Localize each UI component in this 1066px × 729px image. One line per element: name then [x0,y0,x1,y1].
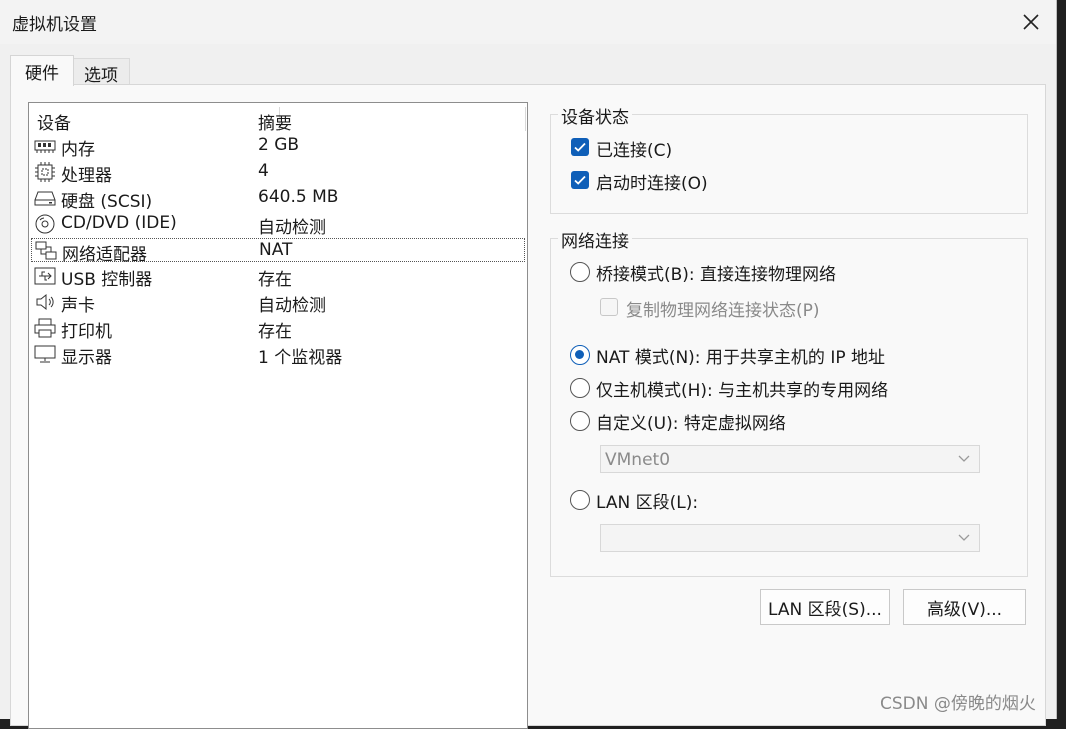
device-summary: 存在 [258,322,292,342]
nat-radio[interactable] [570,345,590,365]
monitor-icon [34,344,56,364]
custom-label[interactable]: 自定义(U): 特定虚拟网络 [596,409,786,434]
host-only-radio[interactable] [570,378,590,398]
device-summary: 1 个监视器 [258,348,343,368]
device-status-group [550,114,1028,214]
device-row-cd-dvd[interactable]: CD/DVD (IDE) 自动检测 [31,212,525,238]
device-name: USB 控制器 [61,270,153,290]
custom-network-value: VMnet0 [605,450,671,470]
cd-dvd-icon [34,214,56,234]
device-row-network-adapter[interactable]: 网络适配器 NAT [31,238,525,265]
device-row-sound-card[interactable]: 声卡 自动检测 [31,290,525,316]
device-summary: 存在 [258,270,292,290]
device-name: 内存 [61,140,95,160]
printer-icon [34,318,56,338]
checkmark-icon [574,175,586,185]
device-summary: 2 GB [258,135,300,155]
device-row-hard-disk[interactable]: 硬盘 (SCSI) 640.5 MB [31,186,525,212]
device-summary: 4 [258,161,269,181]
device-summary: 自动检测 [258,218,326,238]
bridged-radio[interactable] [570,262,590,282]
advanced-button[interactable]: 高级(V)... [903,589,1026,625]
speaker-icon [34,292,56,312]
host-only-label[interactable]: 仅主机模式(H): 与主机共享的专用网络 [596,376,888,401]
device-summary: 640.5 MB [258,187,339,207]
processor-icon [34,162,56,182]
lan-segments-button[interactable]: LAN 区段(S)... [760,589,890,625]
connected-checkbox[interactable] [571,138,589,156]
usb-icon [34,266,56,286]
device-name: CD/DVD (IDE) [61,213,177,233]
device-row-memory[interactable]: 内存 2 GB [31,134,525,160]
close-icon [1023,14,1039,30]
bridged-label[interactable]: 桥接模式(B): 直接连接物理网络 [596,260,836,285]
custom-network-select[interactable]: VMnet0 [600,445,980,473]
network-connection-title: 网络连接 [558,227,632,252]
lan-segment-label[interactable]: LAN 区段(L): [596,488,698,513]
window-title: 虚拟机设置 [12,15,97,35]
watermark: CSDN @傍晚的烟火 [880,694,1036,714]
device-name: 显示器 [61,348,112,368]
device-summary: NAT [259,240,293,260]
device-list[interactable]: 设备 摘要 内存 2 GB 处理器 4 硬盘 (SCSI) 640.5 MB C… [28,102,528,729]
hard-disk-icon [34,188,56,208]
device-row-usb[interactable]: USB 控制器 存在 [31,264,525,290]
memory-icon [34,136,56,156]
title-bar[interactable]: 虚拟机设置 [0,0,1056,44]
device-row-display[interactable]: 显示器 1 个监视器 [31,342,525,368]
column-divider [525,107,526,131]
nat-label[interactable]: NAT 模式(N): 用于共享主机的 IP 地址 [596,343,885,368]
replicate-state-checkbox[interactable] [600,298,618,316]
checkmark-icon [574,142,586,152]
chevron-down-icon [958,534,970,541]
close-button[interactable] [1012,6,1050,38]
network-adapter-icon [35,241,57,261]
vm-settings-window: 虚拟机设置 选项 硬件 设备 摘要 内存 2 GB 处理器 4 硬盘 (SCSI… [0,0,1057,729]
device-name: 处理器 [61,166,112,186]
custom-radio[interactable] [570,411,590,431]
tab-options[interactable]: 选项 [72,58,130,87]
device-name: 打印机 [61,322,112,342]
device-summary: 自动检测 [258,296,326,316]
device-name: 网络适配器 [62,245,147,265]
tab-hardware[interactable]: 硬件 [10,55,74,86]
connect-at-power-on-checkbox[interactable] [571,171,589,189]
connected-label[interactable]: 已连接(C) [596,136,672,161]
device-status-title: 设备状态 [558,103,632,128]
chevron-down-icon [958,455,970,462]
device-row-printer[interactable]: 打印机 存在 [31,316,525,342]
lan-segment-select[interactable] [600,524,980,552]
connect-at-power-on-label[interactable]: 启动时连接(O) [596,169,708,194]
device-row-processor[interactable]: 处理器 4 [31,160,525,186]
lan-segment-radio[interactable] [570,490,590,510]
column-header-device[interactable]: 设备 [37,109,71,134]
replicate-state-label[interactable]: 复制物理网络连接状态(P) [626,296,820,321]
device-name: 硬盘 (SCSI) [61,192,153,212]
device-name: 声卡 [61,296,95,316]
column-header-summary[interactable]: 摘要 [258,109,292,134]
